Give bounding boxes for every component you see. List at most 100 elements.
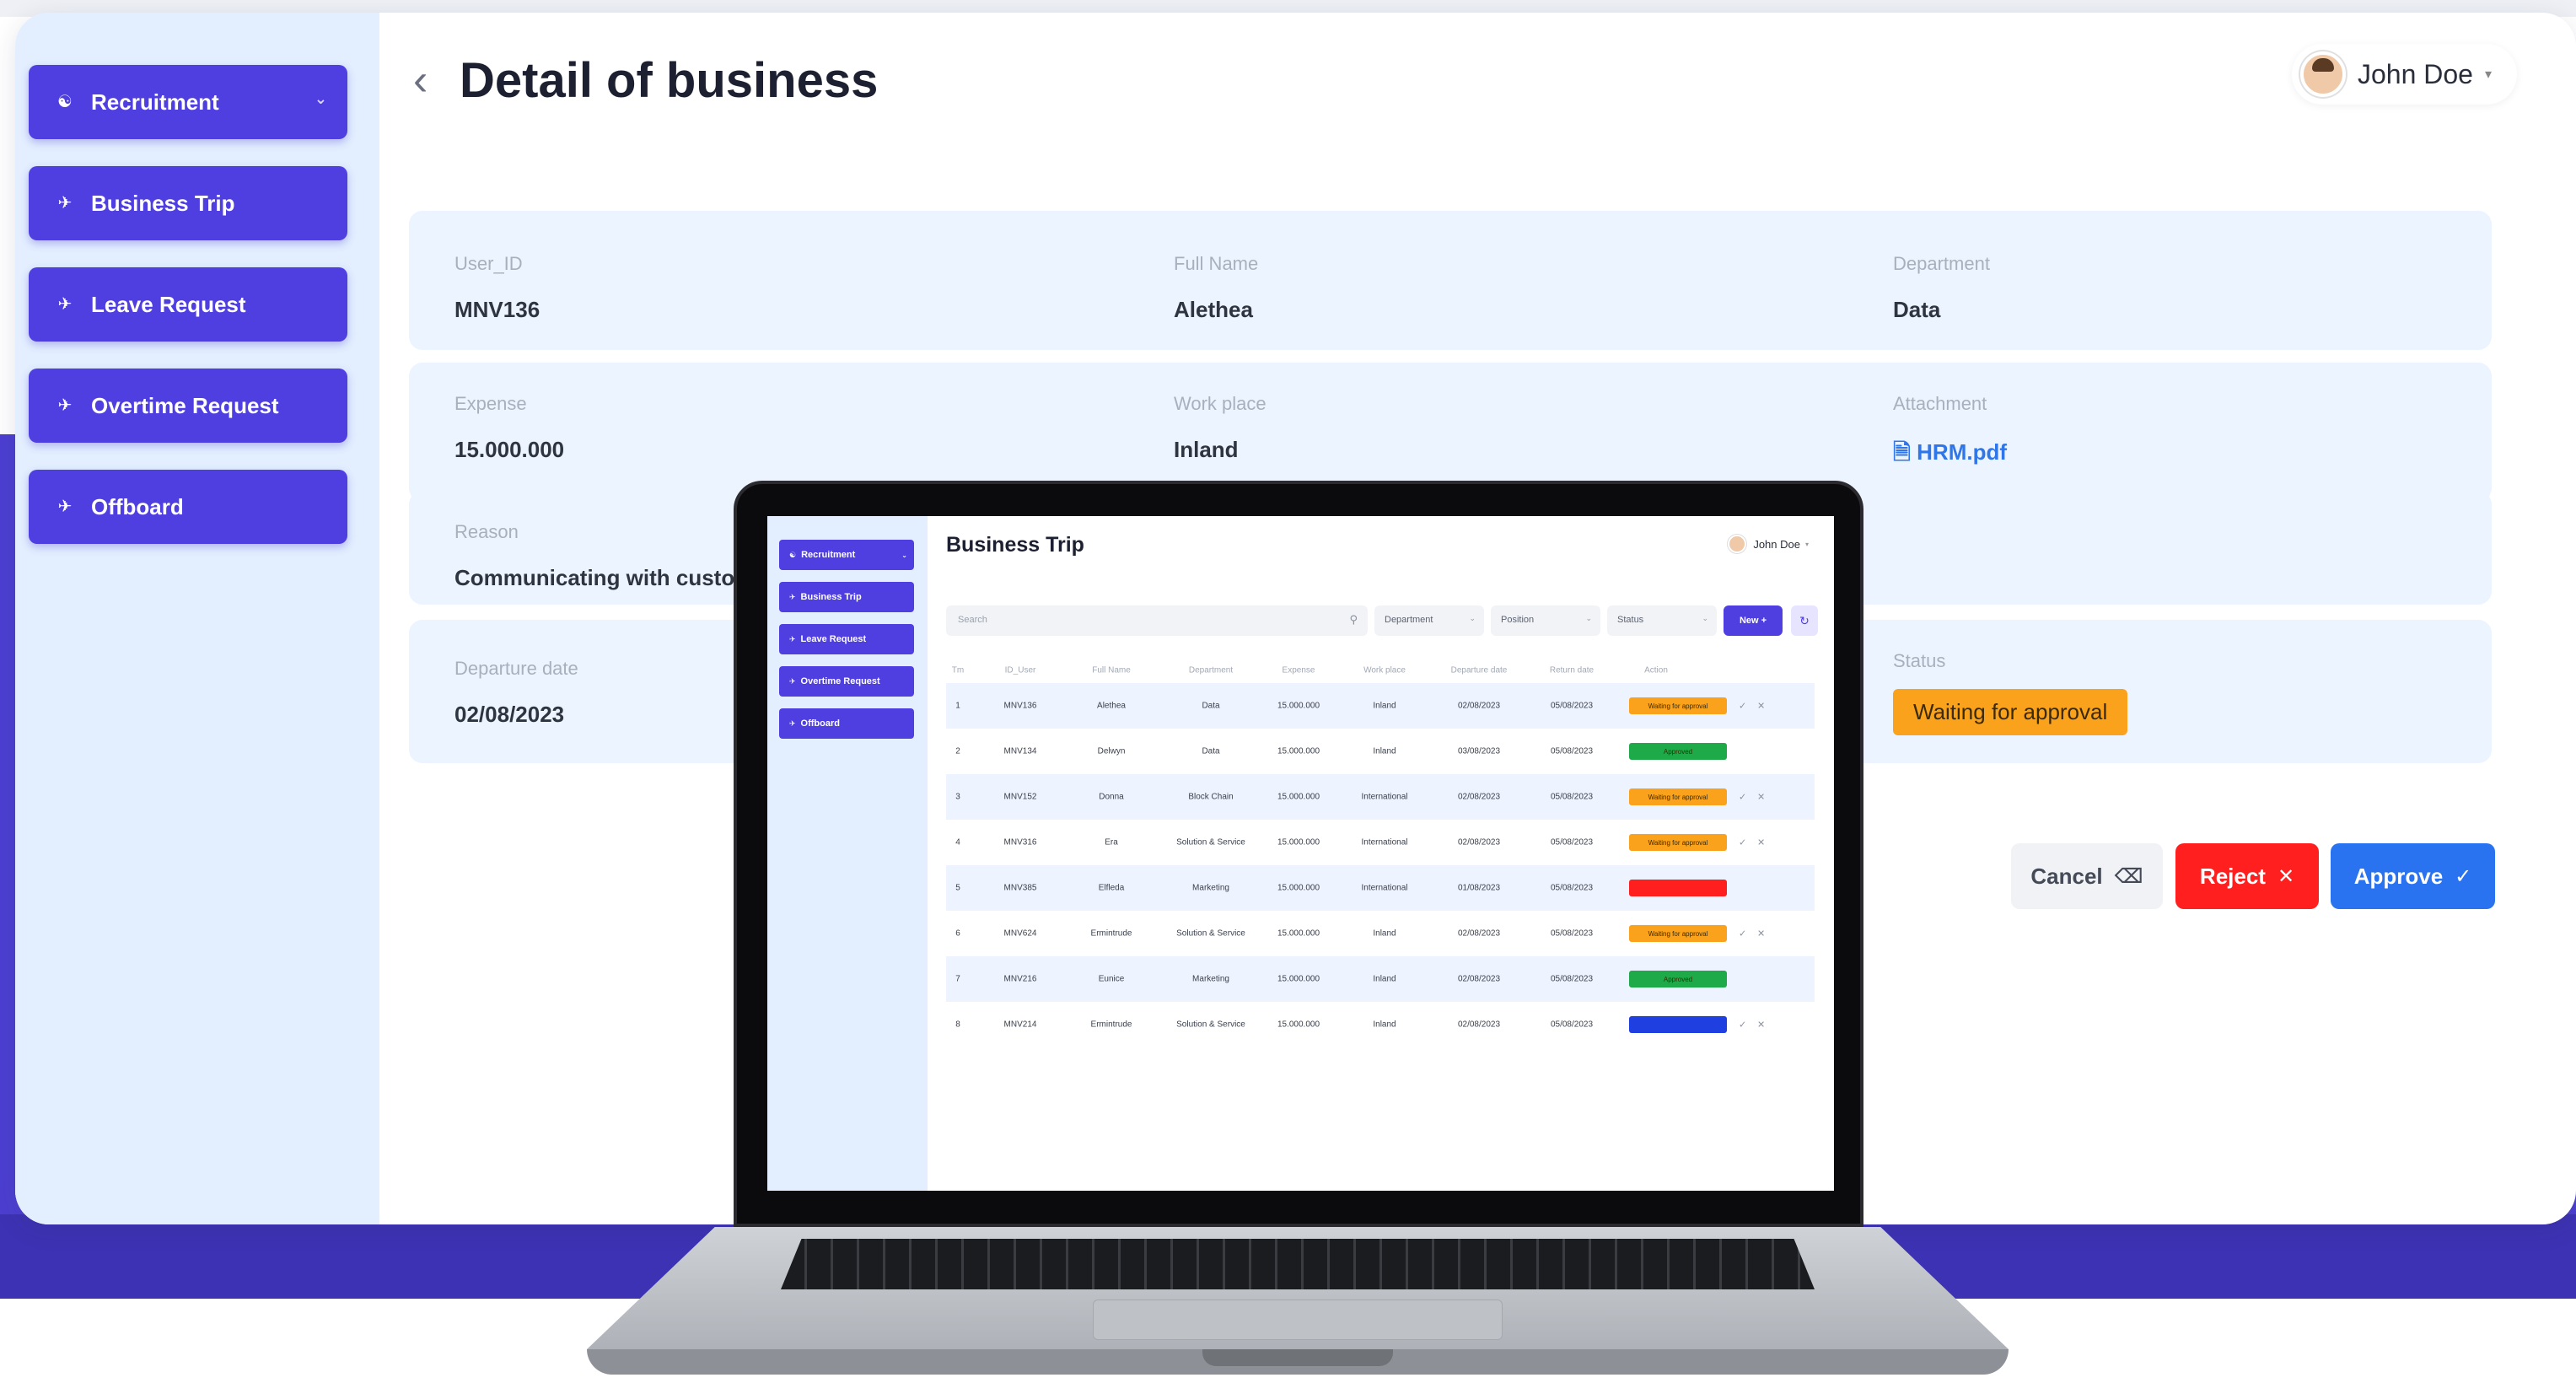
mini-sidebar: ☯ Recruitment ⌄ ✈ Business Trip ✈ Leave … (767, 516, 928, 1191)
reject-icon[interactable]: ✕ (1757, 1020, 1765, 1031)
chevron-left-icon[interactable]: ‹ (413, 55, 428, 105)
table-cell: 02/08/2023 (1457, 837, 1501, 848)
approve-icon[interactable]: ✓ (1739, 837, 1746, 848)
close-icon: ✕ (2277, 864, 2295, 888)
table-cell: 15.000.000 (1277, 883, 1320, 893)
field-work-place: Work place Inland (1174, 393, 1266, 463)
table-row[interactable]: 7 MNV216 Eunice Marketing 15.000.000 Inland 02… (946, 956, 1815, 1002)
sidebar-item-offboard[interactable]: ✈ Offboard (29, 470, 347, 544)
reject-icon[interactable]: ✕ (1757, 701, 1765, 712)
status-badge: Waiting for approval (1629, 834, 1727, 851)
field-expense: Expense 15.000.000 (454, 393, 564, 463)
sidebar-item-recruitment[interactable]: ☯ Recruitment ⌄ (29, 65, 347, 139)
mini-table-body: 1 MNV136 Alethea Data 15.000.000 Inland 02/08/… (946, 683, 1815, 1047)
approve-icon[interactable]: ✓ (1739, 792, 1746, 803)
table-row[interactable]: 8 MNV214 Ermintrude Solution & Service 15.00… (946, 1002, 1815, 1047)
attachment-link[interactable]: 🗎 HRM.pdf (1893, 437, 2007, 474)
mini-sidebar-item-overtime-request[interactable]: ✈ Overtime Request (779, 666, 914, 697)
table-cell: Alethea (1097, 701, 1126, 711)
reject-button[interactable]: Reject ✕ (2175, 843, 2319, 909)
mini-sidebar-item-recruitment[interactable]: ☯ Recruitment ⌄ (779, 540, 914, 570)
mini-filter-status[interactable]: Status ⌄ (1607, 605, 1717, 636)
chevron-down-icon: ⌄ (1585, 614, 1592, 622)
field-value: 02/08/2023 (454, 702, 565, 727)
status-badge: Approved (1629, 743, 1727, 760)
table-cell: Data (1202, 701, 1220, 711)
column-header: Departure date (1450, 665, 1508, 675)
plane-icon: ✈ (789, 634, 796, 643)
avatar (1728, 535, 1747, 553)
plane-icon: ✈ (789, 676, 796, 686)
reject-icon[interactable]: ✕ (1757, 928, 1765, 939)
field-value: 15.000.000 (454, 437, 565, 462)
field-label: Departure date (454, 658, 578, 679)
users-icon: ☯ (789, 550, 797, 559)
table-cell: 03/08/2023 (1457, 746, 1501, 756)
table-cell: 15.000.000 (1277, 974, 1320, 984)
search-icon: ⚲ (1349, 613, 1358, 626)
table-cell: Inland (1373, 1020, 1396, 1030)
mini-sidebar-item-leave-request[interactable]: ✈ Leave Request (779, 624, 914, 654)
sidebar-item-business-trip[interactable]: ✈ Business Trip (29, 166, 347, 240)
field-value: MNV136 (454, 297, 540, 322)
table-cell: Marketing (1192, 974, 1229, 984)
field-label: Full Name (1174, 253, 1259, 274)
sidebar-item-leave-request[interactable]: ✈ Leave Request (29, 267, 347, 342)
sidebar-item-label: Recruitment (91, 89, 219, 115)
chevron-down-icon: ⌄ (1469, 614, 1476, 622)
filter-label: Status (1617, 615, 1644, 625)
table-cell: Eunice (1098, 974, 1125, 984)
table-cell: MNV624 (1003, 928, 1037, 939)
mini-search-input[interactable]: Search ⚲ (946, 605, 1368, 636)
table-row[interactable]: 1 MNV136 Alethea Data 15.000.000 Inland 02/08/… (946, 683, 1815, 729)
mini-new-button[interactable]: New + (1724, 605, 1783, 636)
users-icon: ☯ (57, 93, 73, 111)
search-placeholder: Search (958, 615, 987, 625)
reject-icon[interactable]: ✕ (1757, 792, 1765, 803)
table-row[interactable]: 2 MNV134 Delwyn Data 15.000.000 Inland 03/08/2… (946, 729, 1815, 774)
sidebar-item-overtime-request[interactable]: ✈ Overtime Request (29, 369, 347, 443)
plane-icon: ✈ (57, 194, 73, 213)
plane-icon: ✈ (57, 396, 73, 415)
table-cell: 15.000.000 (1277, 746, 1320, 756)
chevron-down-icon: ▾ (1804, 540, 1809, 548)
approve-button[interactable]: Approve ✓ (2331, 843, 2495, 909)
plane-icon: ✈ (789, 592, 796, 601)
sidebar-item-label: Overtime Request (91, 392, 279, 418)
mini-sidebar-item-business-trip[interactable]: ✈ Business Trip (779, 582, 914, 612)
mini-user-menu[interactable]: John Doe ▾ (1728, 535, 1809, 553)
table-row[interactable]: 4 MNV316 Era Solution & Service 15.000.000 In… (946, 820, 1815, 865)
user-menu[interactable]: John Doe ▾ (2291, 44, 2517, 105)
table-cell: MNV136 (1003, 701, 1037, 711)
table-row[interactable]: 6 MNV624 Ermintrude Solution & Service 15.00… (946, 911, 1815, 956)
mini-sidebar-item-offboard[interactable]: ✈ Offboard (779, 708, 914, 739)
table-row[interactable]: 5 MNV385 Elfleda Marketing 15.000.000 Interna… (946, 865, 1815, 911)
mini-filter-department[interactable]: Department ⌄ (1374, 605, 1484, 636)
reject-icon[interactable]: ✕ (1757, 837, 1765, 848)
status-badge: Waiting for approval (1629, 788, 1727, 805)
table-cell: 05/08/2023 (1550, 883, 1594, 893)
table-cell: 05/08/2023 (1550, 974, 1594, 984)
laptop-screen: ☯ Recruitment ⌄ ✈ Business Trip ✈ Leave … (767, 516, 1834, 1191)
approve-icon[interactable]: ✓ (1739, 1020, 1746, 1031)
approve-icon[interactable]: ✓ (1739, 701, 1746, 712)
mini-filter-position[interactable]: Position ⌄ (1491, 605, 1600, 636)
refresh-icon[interactable]: ↻ (1791, 605, 1818, 636)
laptop-trackpad (1093, 1300, 1503, 1340)
approve-icon[interactable]: ✓ (1739, 928, 1746, 939)
field-reason: Reason Communicating with custom (454, 521, 754, 591)
chevron-down-icon: ⌄ (901, 551, 907, 559)
field-label: User_ID (454, 253, 523, 274)
table-cell: Marketing (1192, 883, 1229, 893)
table-row[interactable]: 3 MNV152 Donna Block Chain 15.000.000 Interna… (946, 774, 1815, 820)
table-cell: 02/08/2023 (1457, 792, 1501, 802)
laptop-notch (1202, 1349, 1393, 1366)
table-cell: Ermintrude (1090, 928, 1132, 939)
page-title: Detail of business (460, 53, 879, 108)
table-cell: 05/08/2023 (1550, 837, 1594, 848)
table-cell: Delwyn (1097, 746, 1126, 756)
filter-label: Department (1385, 615, 1433, 625)
field-status: Status Waiting for approval (1893, 650, 2128, 735)
cancel-button[interactable]: Cancel ⌫ (2011, 843, 2163, 909)
field-label: Work place (1174, 393, 1266, 414)
